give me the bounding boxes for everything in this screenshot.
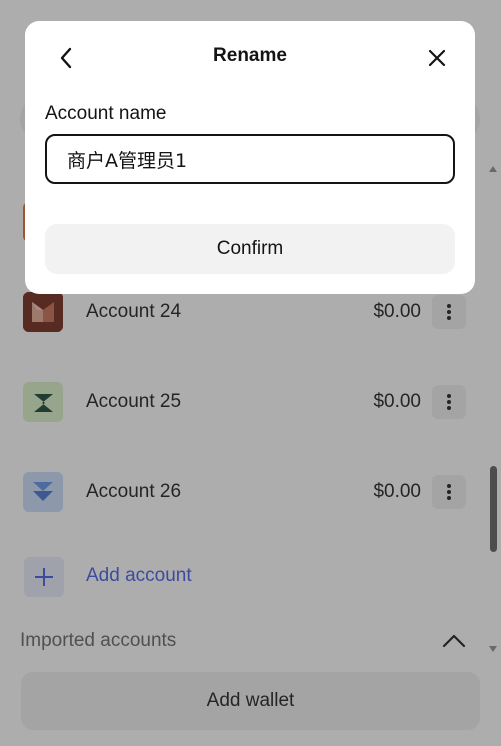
close-icon xyxy=(428,49,446,67)
confirm-button[interactable]: Confirm xyxy=(45,224,455,274)
confirm-label: Confirm xyxy=(216,238,284,259)
close-button[interactable] xyxy=(424,45,450,71)
account-name-input[interactable] xyxy=(45,134,455,184)
rename-dialog: Rename Account name Confirm xyxy=(25,21,475,294)
account-name-label: Account name xyxy=(45,103,167,124)
dialog-title: Rename xyxy=(213,45,287,66)
